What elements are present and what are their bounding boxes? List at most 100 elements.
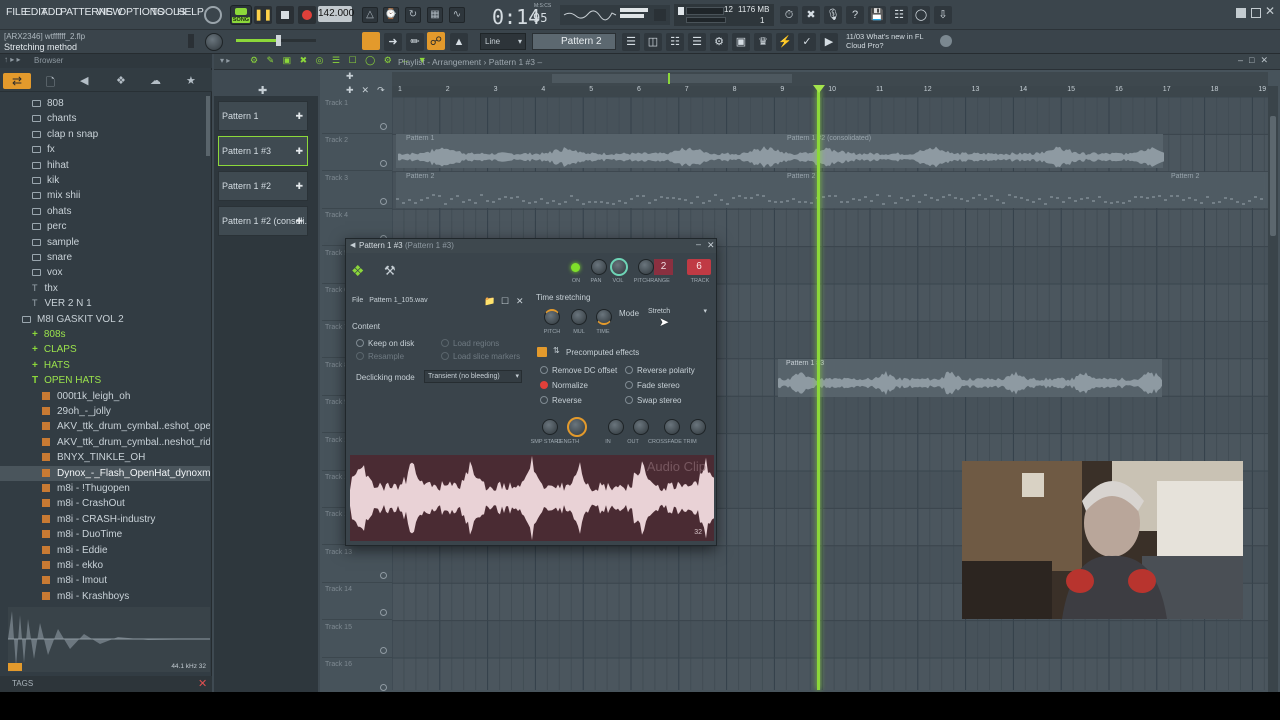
track-mute-icon[interactable] [380, 646, 387, 654]
sample-start-knob[interactable] [542, 419, 558, 435]
length-knob[interactable] [567, 417, 587, 437]
minimize-icon[interactable] [1236, 8, 1246, 18]
browser-item[interactable]: fx [0, 142, 210, 157]
browser-item[interactable]: 29oh_-_jolly [0, 404, 210, 419]
mixer-view-icon[interactable]: ☰ [688, 33, 706, 51]
save-icon[interactable]: 💾 [868, 6, 886, 24]
plugin-picker-icon[interactable]: ⚙ [710, 33, 728, 51]
browser-item[interactable]: AKV_ttk_drum_cymbal..neshot_ride_simple_… [0, 435, 210, 450]
favorites-tab-icon[interactable]: ★ [186, 74, 196, 87]
stretch-time-knob[interactable] [596, 309, 612, 325]
record-mode-icon[interactable] [204, 6, 222, 24]
playhead-marker-icon[interactable] [813, 85, 825, 93]
panic-icon[interactable]: ✖ [802, 6, 820, 24]
metronome-icon[interactable]: △ [362, 7, 378, 23]
playlist-window-controls[interactable]: –□✕ [1238, 55, 1274, 66]
plugins-tab-icon[interactable]: ❖ [116, 74, 126, 87]
hint-scroll-handle[interactable] [188, 34, 194, 48]
browser-item[interactable]: sample [0, 235, 210, 250]
browser-item[interactable]: chants [0, 111, 210, 126]
declick-select[interactable]: Transient (no bleeding) ▾ [424, 370, 522, 383]
pin-icon[interactable]: ☐ [501, 296, 509, 307]
tempo-display[interactable]: 142.000 [318, 6, 354, 22]
draw-icon[interactable]: ✏ [406, 33, 424, 51]
reverse-option[interactable]: Reverse [540, 396, 582, 405]
browser-item[interactable]: perc [0, 219, 210, 234]
tags-bar[interactable]: TAGS ✕ [0, 676, 212, 692]
browser-item[interactable]: 808 [0, 96, 210, 111]
channel-menu-icon[interactable]: ◀ [350, 241, 355, 249]
pattern-add-icon[interactable]: ✚ [295, 172, 303, 200]
pattern-list-item[interactable]: Pattern 1 ✚ [218, 101, 308, 131]
tuner-icon[interactable]: ✓ [798, 33, 816, 51]
browser-item[interactable]: snare [0, 250, 210, 265]
snap-icon[interactable]: ✚ [346, 71, 354, 82]
pattern-list-item[interactable]: Pattern 1 #3 ✚ [218, 136, 308, 166]
pan-knob[interactable] [591, 259, 607, 275]
browser-item[interactable]: + HATS [0, 358, 210, 373]
browser-item[interactable]: Dynox_-_Flash_OpenHat_dynoxmusic [0, 465, 210, 481]
maximize-icon[interactable] [1251, 8, 1261, 18]
browser-item[interactable]: mix shii [0, 188, 210, 203]
countdown-icon[interactable]: ↻ [405, 7, 421, 23]
browser-item[interactable]: +808s [0, 327, 210, 342]
track-header[interactable]: Track 2 [322, 134, 392, 172]
load-slice-option[interactable]: Load slice markers [441, 352, 520, 361]
pattern-add-icon[interactable]: ✚ [295, 207, 303, 235]
playlist-arrows-icon[interactable]: ▾ ▸ [220, 56, 230, 65]
remove-dc-option[interactable]: Remove DC offset [540, 366, 617, 375]
stamp-icon[interactable]: ▲ [450, 33, 468, 51]
browser-scrollbar[interactable] [206, 96, 210, 156]
browser-item[interactable]: T OPEN HATS [0, 373, 210, 388]
channel-minimize-icon[interactable]: – [696, 239, 701, 249]
track-mute-icon[interactable] [380, 197, 387, 205]
precomputed-wrench-icon[interactable] [537, 347, 547, 357]
resample-option[interactable]: Resample [356, 352, 404, 361]
playlist-overview[interactable] [392, 72, 1268, 86]
undo-history-icon[interactable]: ⏱ [780, 6, 798, 24]
keep-on-disk-option[interactable]: Keep on disk [356, 339, 414, 348]
stretch-mode-select[interactable]: Stretch ▾ [645, 305, 709, 319]
remove-file-icon[interactable]: ✕ [516, 296, 524, 307]
stop-button[interactable] [276, 6, 294, 24]
help-icon[interactable]: ? [846, 6, 864, 24]
browser-item[interactable]: m8i - Imout [0, 573, 210, 588]
fade-out-knob[interactable] [633, 419, 649, 435]
crossfade-knob[interactable] [664, 419, 680, 435]
mixer-icon[interactable]: ☷ [890, 6, 908, 24]
track-mute-icon[interactable] [380, 123, 387, 130]
all-tab-icon[interactable]: ⇄ [3, 73, 31, 89]
blend-notes-icon[interactable]: ∿ [449, 7, 465, 23]
track-mute-icon[interactable] [380, 160, 387, 168]
channel-close-icon[interactable]: ✕ [707, 240, 715, 251]
stretch-mul-knob[interactable] [571, 309, 587, 325]
cloud-tab-icon[interactable]: ☁ [150, 74, 161, 87]
playlist-vscroll[interactable] [1268, 86, 1278, 692]
channel-title-bar[interactable]: ◀ Pattern 1 #3 (Pattern 1 #3) – ✕ [346, 239, 716, 253]
sampler-tab-icon[interactable]: ❖ [351, 262, 364, 280]
open-file-icon[interactable]: 📁 [484, 296, 495, 307]
load-regions-option[interactable]: Load regions [441, 339, 499, 348]
swap-stereo-option[interactable]: Swap stereo [625, 396, 681, 405]
track-mute-icon[interactable] [380, 609, 387, 617]
pattern-list-add[interactable]: ✚ [258, 84, 267, 97]
trim-knob[interactable] [690, 419, 706, 435]
pattern-list-item[interactable]: Pattern 1 #2 (consoli... ✚ [218, 206, 308, 236]
stretch-pitch-knob[interactable] [544, 309, 560, 325]
track-mute-icon[interactable] [380, 684, 387, 691]
main-volume-knob[interactable] [205, 33, 223, 51]
browser-item[interactable]: m8i - Krashboys [0, 589, 210, 604]
pattern-add-icon[interactable]: ✚ [295, 102, 303, 130]
fade-stereo-option[interactable]: Fade stereo [625, 381, 680, 390]
pattern-song-toggle[interactable] [362, 32, 380, 50]
browser-item[interactable]: AKV_ttk_drum_cymbal..eshot_open_hihat_13 [0, 419, 210, 434]
fade-in-knob[interactable] [608, 419, 624, 435]
browser-arrows-icon[interactable]: ↑ ▸ ▸ [4, 55, 20, 64]
arrow-icon[interactable]: ➜ [384, 33, 402, 51]
chat-icon[interactable]: ◯ [912, 6, 930, 24]
track-header[interactable]: Track 13 [322, 546, 392, 583]
time-display[interactable]: 0:14 95 M:S:CS [476, 2, 554, 29]
browser-item[interactable]: m8i - CRASH-industry [0, 512, 210, 527]
file-name[interactable]: Pattern 1_105.wav [369, 297, 427, 304]
playlist-icon[interactable]: ☰ [622, 33, 640, 51]
